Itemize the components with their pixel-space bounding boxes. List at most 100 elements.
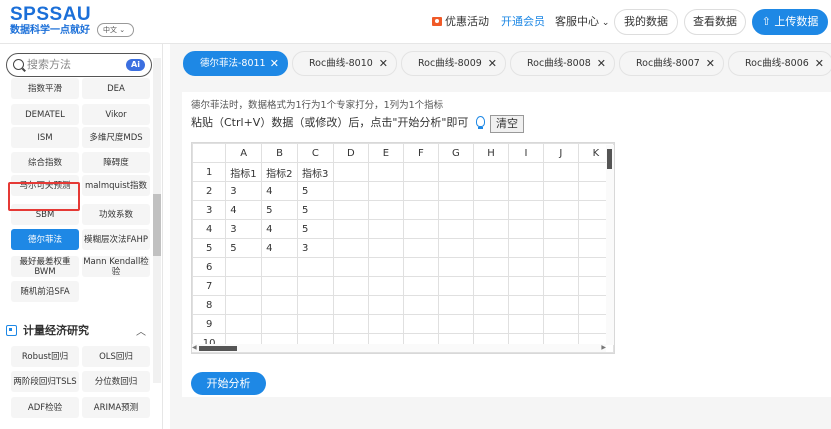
grid-cell[interactable] — [367, 200, 404, 220]
method-button[interactable]: 多维尺度MDS — [82, 127, 150, 148]
view-data-button[interactable]: 查看数据 — [684, 9, 746, 35]
grid-vertical-thumb[interactable] — [607, 149, 612, 169]
method-button[interactable]: 综合指数 — [11, 152, 79, 173]
grid-cell[interactable] — [542, 200, 579, 220]
grid-cell[interactable] — [332, 219, 369, 239]
ai-badge[interactable]: Ai — [126, 59, 145, 71]
method-button[interactable]: Mann Kendall检验 — [82, 256, 150, 277]
grid-cell[interactable] — [367, 295, 404, 315]
upload-data-button[interactable]: ⇧ 上传数据 — [752, 9, 828, 35]
row-header[interactable]: 8 — [192, 295, 227, 315]
grid-cell[interactable]: 5 — [261, 200, 298, 220]
column-header[interactable]: D — [332, 143, 369, 163]
tab[interactable]: 德尔菲法-8011 ✕ — [183, 51, 288, 76]
grid-cell[interactable] — [261, 314, 298, 334]
grid-cell[interactable] — [296, 257, 334, 277]
close-icon[interactable]: ✕ — [379, 52, 388, 75]
grid-cell[interactable] — [332, 181, 369, 201]
logo[interactable]: SPSSAU 数据科学一点就好 — [10, 5, 91, 37]
method-button[interactable]: 两阶段回归TSLS — [11, 371, 79, 392]
column-header[interactable]: B — [261, 143, 298, 163]
grid-horizontal-thumb[interactable] — [199, 346, 237, 351]
grid-cell[interactable] — [472, 276, 509, 296]
tab[interactable]: Roc曲线-8008 ✕ — [510, 51, 615, 76]
method-button[interactable]: Vikor — [82, 104, 150, 125]
column-header[interactable]: F — [402, 143, 439, 163]
grid-cell[interactable]: 指标3 — [296, 162, 334, 182]
grid-cell[interactable] — [296, 295, 334, 315]
grid-cell[interactable] — [402, 257, 439, 277]
grid-cell[interactable] — [367, 238, 404, 258]
grid-cell[interactable] — [472, 314, 509, 334]
grid-cell[interactable] — [507, 238, 544, 258]
grid-cell[interactable] — [542, 295, 579, 315]
grid-cell[interactable] — [225, 295, 263, 315]
method-button[interactable]: ARIMA预测 — [82, 397, 150, 418]
grid-cell[interactable]: 3 — [296, 238, 334, 258]
grid-vertical-scrollbar[interactable] — [606, 145, 614, 345]
grid-cell[interactable]: 5 — [296, 219, 334, 239]
my-data-button[interactable]: 我的数据 — [614, 9, 678, 35]
grid-cell[interactable]: 4 — [261, 238, 298, 258]
grid-cell[interactable] — [437, 257, 474, 277]
grid-cell[interactable] — [367, 276, 404, 296]
grid-cell[interactable] — [472, 219, 509, 239]
grid-horizontal-scrollbar[interactable]: ◀ ▶ — [192, 344, 606, 352]
grid-cell[interactable] — [367, 181, 404, 201]
method-button[interactable]: 最好最差权重BWM — [11, 256, 79, 277]
grid-cell[interactable] — [225, 257, 263, 277]
grid-cell[interactable] — [472, 162, 509, 182]
grid-cell[interactable] — [507, 162, 544, 182]
grid-cell[interactable] — [367, 219, 404, 239]
grid-cell[interactable] — [402, 200, 439, 220]
method-button[interactable]: Robust回归 — [11, 346, 79, 367]
clear-button[interactable]: 清空 — [490, 115, 524, 133]
grid-cell[interactable]: 3 — [225, 219, 263, 239]
scroll-left-icon[interactable]: ◀ — [192, 344, 197, 351]
grid-cell[interactable] — [261, 257, 298, 277]
sidebar-scroll-thumb[interactable] — [153, 194, 161, 256]
close-icon[interactable]: ✕ — [597, 52, 606, 75]
grid-cell[interactable] — [437, 200, 474, 220]
grid-cell[interactable]: 5 — [225, 238, 263, 258]
grid-cell[interactable] — [472, 200, 509, 220]
grid-cell[interactable] — [437, 219, 474, 239]
row-header[interactable]: 9 — [192, 314, 227, 334]
close-icon[interactable]: ✕ — [270, 52, 279, 75]
grid-corner[interactable] — [192, 143, 227, 163]
method-button[interactable]: OLS回归 — [82, 346, 150, 367]
grid-cell[interactable] — [261, 276, 298, 296]
grid-cell[interactable] — [437, 314, 474, 334]
method-button[interactable]: 障碍度 — [82, 152, 150, 173]
grid-cell[interactable] — [225, 314, 263, 334]
grid-cell[interactable] — [472, 295, 509, 315]
grid-cell[interactable] — [542, 162, 579, 182]
start-analysis-button[interactable]: 开始分析 — [191, 372, 266, 395]
column-header[interactable]: A — [225, 143, 263, 163]
grid-cell[interactable]: 4 — [225, 200, 263, 220]
grid-cell[interactable] — [367, 257, 404, 277]
column-header[interactable]: C — [296, 143, 334, 163]
row-header[interactable]: 6 — [192, 257, 227, 277]
grid-cell[interactable] — [402, 276, 439, 296]
column-header[interactable]: J — [542, 143, 579, 163]
grid-cell[interactable] — [542, 238, 579, 258]
grid-cell[interactable] — [402, 181, 439, 201]
row-header[interactable]: 5 — [192, 238, 227, 258]
column-header[interactable]: H — [472, 143, 509, 163]
tab[interactable]: Roc曲线-8010 ✕ — [292, 51, 397, 76]
grid-cell[interactable] — [402, 162, 439, 182]
grid-cell[interactable] — [507, 219, 544, 239]
tab[interactable]: Roc曲线-8009 ✕ — [401, 51, 506, 76]
grid-cell[interactable] — [367, 314, 404, 334]
grid-cell[interactable] — [261, 295, 298, 315]
close-icon[interactable]: ✕ — [815, 52, 824, 75]
grid-cell[interactable]: 5 — [296, 200, 334, 220]
method-button[interactable]: 指数平滑 — [11, 78, 79, 99]
grid-cell[interactable] — [402, 314, 439, 334]
grid-cell[interactable] — [402, 238, 439, 258]
data-grid[interactable]: A B C D E F G H I J K 1 指标1 指标2 指标3 2 3 4 5 3 4 5 5 4 3 4 5 5 5 4 3 6 7 8… — [191, 142, 615, 354]
grid-cell[interactable] — [296, 314, 334, 334]
grid-cell[interactable] — [472, 238, 509, 258]
method-button[interactable]: 功效系数 — [82, 204, 150, 225]
